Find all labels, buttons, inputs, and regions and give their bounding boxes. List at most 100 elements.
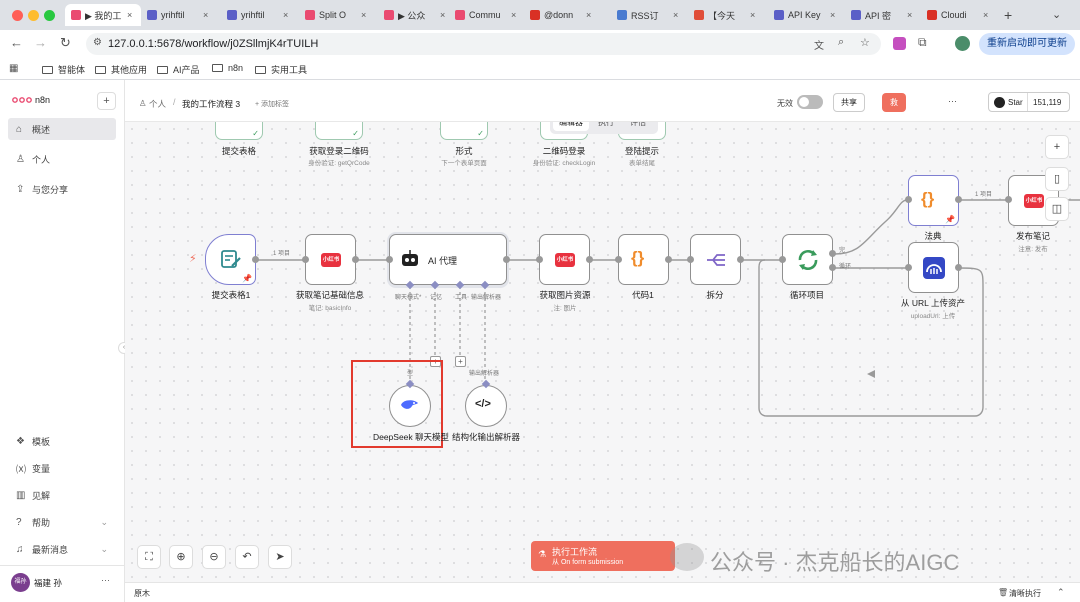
node-split[interactable] (690, 234, 741, 285)
maximize-window-button[interactable] (44, 10, 55, 21)
output-handle[interactable] (252, 256, 259, 263)
node-top-form[interactable]: ✓ (215, 122, 263, 140)
node-upload-url[interactable] (908, 242, 959, 293)
input-handle[interactable] (615, 256, 622, 263)
tab-evaluations[interactable]: 评估 (622, 122, 654, 131)
sticky-note-icon[interactable]: ▯ (1045, 167, 1069, 191)
close-icon[interactable]: × (586, 10, 591, 20)
tab-editor[interactable]: 编辑器 (553, 122, 589, 131)
chevron-up-icon[interactable]: ⌃ (1057, 587, 1065, 598)
input-handle[interactable] (302, 256, 309, 263)
sidebar-item-personal[interactable]: ♙ 个人 (8, 148, 116, 170)
avatar[interactable]: 福孙 (11, 573, 30, 592)
bookmark-folder-ai-products[interactable]: AI产品 (157, 63, 200, 76)
node-dict[interactable]: {} 📌 (908, 175, 959, 226)
output-handle[interactable] (503, 256, 510, 263)
sidebar-item-templates[interactable]: ❖ 模板 (8, 430, 116, 452)
save-button[interactable]: 救 (882, 93, 906, 112)
extension-icon[interactable] (893, 37, 906, 50)
share-button[interactable]: 共享 (833, 93, 865, 112)
close-icon[interactable]: × (673, 10, 678, 20)
close-icon[interactable]: × (127, 10, 132, 20)
bookmark-folder-n8n[interactable]: n8n (212, 63, 243, 73)
breadcrumb-owner[interactable]: 个人 (149, 98, 166, 110)
logs-label[interactable]: 原木 (134, 588, 150, 599)
close-icon[interactable]: × (440, 10, 445, 20)
active-toggle[interactable] (797, 95, 823, 109)
node-ai-agent[interactable]: AI 代理 (389, 234, 507, 285)
input-handle[interactable] (386, 256, 393, 263)
url-omnibox[interactable]: ⚙ 127.0.0.1:5678/workflow/j0ZSllmjK4rTUI… (86, 33, 881, 55)
output-handle-loop[interactable] (829, 264, 836, 271)
sidebar-item-overview[interactable]: ⌂ 概述 (8, 118, 116, 140)
workflow-canvas[interactable]: ✓ 提交表格 ✓ 获取登录二维码 身份验证: getQrCode ✓ 形式 下一… (125, 122, 1080, 582)
github-star-button[interactable]: Star 151,119 (988, 92, 1070, 112)
restart-update-button[interactable]: 重新启动即可更新 (979, 33, 1075, 55)
close-icon[interactable]: × (361, 10, 366, 20)
add-tag-link[interactable]: + 添加标签 (255, 99, 289, 109)
sidebar-item-variables[interactable]: ⒳ 变量 (8, 457, 116, 479)
node-form-trigger[interactable]: 📌 (205, 234, 256, 285)
minimize-window-button[interactable] (28, 10, 39, 21)
tab-list-chevron-icon[interactable]: ⌄ (1052, 8, 1061, 21)
browser-tab[interactable]: ▶ 我的工 × (65, 4, 141, 26)
close-icon[interactable]: × (203, 10, 208, 20)
bookmark-folder-agents[interactable]: 智能体 (42, 63, 85, 76)
browser-tab[interactable]: Split O × (299, 4, 378, 26)
bookmark-folder-tools[interactable]: 实用工具 (255, 63, 307, 76)
add-tool-button[interactable]: + (455, 356, 466, 367)
output-handle[interactable] (586, 256, 593, 263)
workflow-name[interactable]: 我的工作流程 3 (182, 98, 240, 110)
add-node-button[interactable]: + (1045, 135, 1069, 159)
tidy-up-button[interactable]: ➤ (268, 545, 292, 569)
back-arrow-icon[interactable]: ← (10, 35, 23, 50)
close-icon[interactable]: × (983, 10, 988, 20)
sidebar-item-whats-new[interactable]: ♫ 最新消息 ⌄ (8, 538, 116, 560)
profile-avatar[interactable] (955, 36, 970, 51)
browser-tab[interactable]: RSS订 × (611, 4, 688, 26)
close-icon[interactable]: × (750, 10, 755, 20)
new-tab-button[interactable]: + (1004, 7, 1012, 23)
forward-arrow-icon[interactable]: → (34, 35, 47, 50)
close-icon[interactable]: × (283, 10, 288, 20)
browser-tab[interactable]: API Key × (768, 4, 845, 26)
reload-icon[interactable]: ↻ (60, 35, 71, 51)
input-handle[interactable] (536, 256, 543, 263)
user-menu-button[interactable]: ··· (101, 575, 110, 585)
undo-button[interactable]: ↶ (235, 545, 259, 569)
fit-view-button[interactable]: ⛶ (137, 545, 161, 569)
browser-tab[interactable]: Cloudi × (921, 4, 999, 26)
translate-icon[interactable]: 文 (814, 37, 824, 52)
sidebar-item-help[interactable]: ? 帮助 ⌄ (8, 511, 116, 533)
close-icon[interactable]: × (830, 10, 835, 20)
node-deepseek-model[interactable] (389, 385, 431, 427)
browser-tab[interactable]: ▶ 公众 × (378, 4, 449, 26)
panel-toggle-icon[interactable]: ◫ (1045, 197, 1069, 221)
tab-executions[interactable]: 执行 (590, 122, 622, 131)
clear-execution-link[interactable]: 清晰执行 (1009, 588, 1041, 599)
output-handle[interactable] (665, 256, 672, 263)
site-info-icon[interactable]: ⚙ (93, 37, 102, 48)
node-top-get-qrcode[interactable]: ✓ (315, 122, 363, 140)
input-handle[interactable] (687, 256, 694, 263)
browser-tab[interactable]: yrihftil × (141, 4, 221, 26)
close-icon[interactable]: × (511, 10, 516, 20)
bookmark-star-icon[interactable]: ☆ (860, 36, 870, 49)
create-button[interactable]: + (97, 92, 116, 110)
node-get-note-info[interactable]: 小红书 (305, 234, 356, 285)
browser-tab[interactable]: 【今天 × (688, 4, 768, 26)
node-top-form-step[interactable]: ✓ (440, 122, 488, 140)
input-handle[interactable] (905, 264, 912, 271)
node-output-parser[interactable]: </> (465, 385, 507, 427)
zoom-in-button[interactable]: ⊕ (169, 545, 193, 569)
node-get-image[interactable]: 小红书 (539, 234, 590, 285)
output-handle[interactable] (955, 264, 962, 271)
output-handle[interactable] (352, 256, 359, 263)
sidebar-item-insights[interactable]: ▥ 见解 (8, 484, 116, 506)
close-icon[interactable]: × (907, 10, 912, 20)
input-handle[interactable] (1005, 196, 1012, 203)
sidebar-item-shared[interactable]: ⇪ 与您分享 (8, 178, 116, 200)
close-window-button[interactable] (12, 10, 23, 21)
zoom-out-button[interactable]: ⊖ (202, 545, 226, 569)
execute-workflow-button[interactable]: ⚗ 执行工作流 从 On form submission (531, 541, 675, 571)
